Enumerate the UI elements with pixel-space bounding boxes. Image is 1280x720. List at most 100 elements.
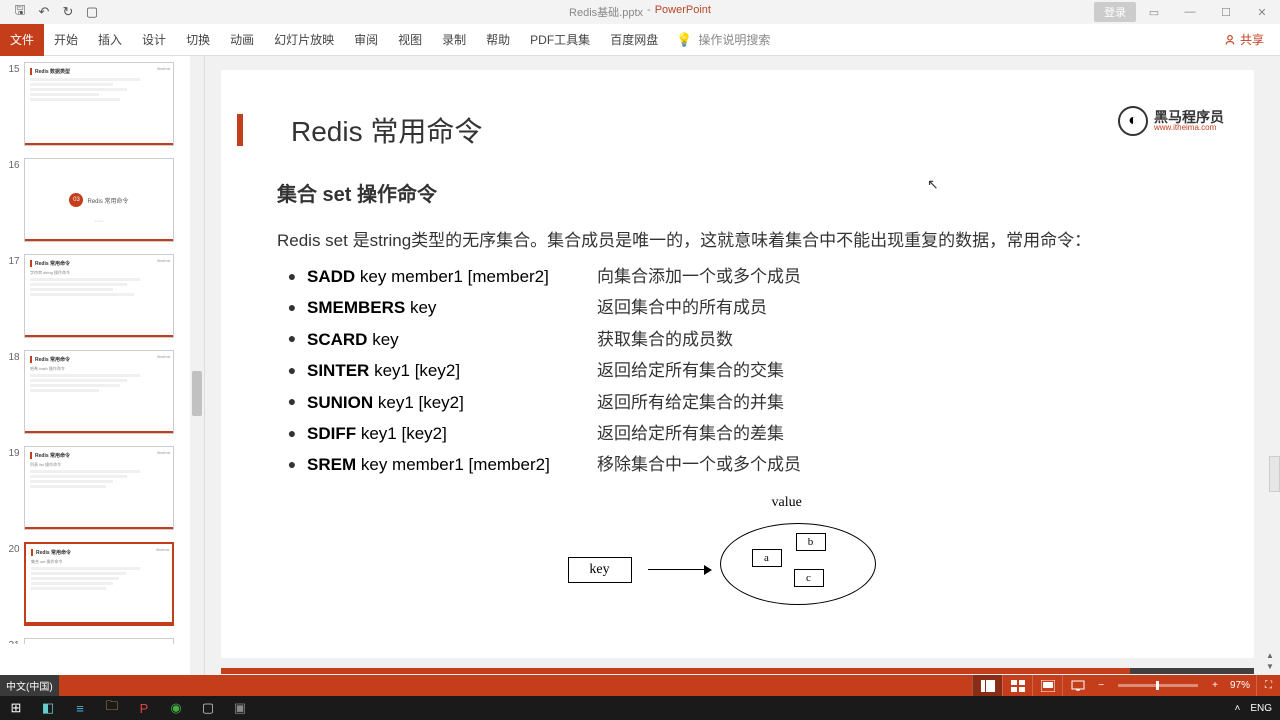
progress-fill — [221, 668, 1130, 674]
ime-indicator[interactable]: ENG — [1250, 703, 1272, 714]
thumbnail-slide: Redis 常用命令itheima 字符串 string 操作命令 — [24, 254, 174, 338]
sorter-view-button[interactable] — [1002, 675, 1032, 696]
title-accent — [237, 114, 243, 146]
logo-text-cn: 黑马程序员 — [1154, 110, 1224, 124]
tab-animations[interactable]: 动画 — [220, 24, 264, 56]
thumbnail-15[interactable]: 15 Redis 数据类型itheima — [0, 56, 204, 152]
tab-record[interactable]: 录制 — [432, 24, 476, 56]
powerpoint-icon[interactable]: P — [128, 696, 160, 720]
quick-access-toolbar: 🖫 ↶ ↻ ▢ — [0, 4, 100, 20]
slide-scrollbar[interactable] — [1266, 56, 1280, 675]
tab-pdf-tools[interactable]: PDF工具集 — [520, 24, 600, 56]
arrow-head-icon — [704, 565, 712, 575]
windows-taskbar: ⊞ ◧ ≡ 🗀 P ◉ ▢ ▣ ˄ ENG — [0, 696, 1280, 720]
document-name: Redis基础.pptx — [569, 4, 643, 20]
status-right: − + 97% ⛶ — [972, 675, 1280, 696]
tab-file[interactable]: 文件 — [0, 24, 44, 56]
typora-icon[interactable]: ▢ — [192, 696, 224, 720]
brand-logo: ◐ 黑马程序员 www.itheima.com — [1118, 106, 1224, 136]
thumbnail-slide-current: Redis 常用命令itheima 集合 set 操作命令 — [24, 542, 174, 626]
task-view-icon[interactable]: ◧ — [32, 696, 64, 720]
scrollbar-handle[interactable] — [192, 371, 202, 416]
side-collapse-handle[interactable] — [1269, 456, 1280, 492]
tab-review[interactable]: 审阅 — [344, 24, 388, 56]
slide-nav-arrows[interactable]: ▲▼ — [1266, 651, 1278, 671]
tab-baidu-netdisk[interactable]: 百度网盘 — [600, 24, 668, 56]
tray-chevron-icon[interactable]: ˄ — [1234, 703, 1240, 714]
workspace: 15 Redis 数据类型itheima 16 03Redis 常用命令 • •… — [0, 56, 1280, 675]
key-box: key — [568, 557, 632, 583]
tab-help[interactable]: 帮助 — [476, 24, 520, 56]
app-name: PowerPoint — [655, 4, 711, 20]
thumbnail-20[interactable]: 20 Redis 常用命令itheima 集合 set 操作命令 — [0, 536, 204, 632]
logo-url: www.itheima.com — [1154, 124, 1224, 132]
explorer-icon[interactable]: 🗀 — [96, 696, 128, 720]
thumbnail-18[interactable]: 18 Redis 常用命令itheima 哈希 hash 操作命令 — [0, 344, 204, 440]
zoom-slider[interactable] — [1118, 684, 1198, 687]
command-row: ●SCARD key获取集合的成员数 — [277, 324, 1198, 355]
share-button[interactable]: 共享 — [1224, 31, 1264, 48]
start-button[interactable]: ⊞ — [0, 696, 32, 720]
system-tray: ˄ ENG — [1234, 703, 1280, 714]
command-list: ●SADD key member1 [member2]向集合添加一个或多个成员 … — [277, 261, 1198, 481]
ribbon-options-icon[interactable]: ▭ — [1136, 1, 1172, 23]
zoom-handle[interactable] — [1156, 681, 1159, 690]
video-progress-bar[interactable] — [221, 668, 1254, 674]
thumbnail-slide — [24, 638, 174, 644]
normal-view-button[interactable] — [972, 675, 1002, 696]
chrome-icon[interactable]: ◉ — [160, 696, 192, 720]
command-row: ●SMEMBERS key返回集合中的所有成员 — [277, 292, 1198, 323]
zoom-percent[interactable]: 97% — [1224, 680, 1256, 691]
thumbnail-21[interactable]: 21 — [0, 632, 204, 644]
command-row: ●SINTER key1 [key2]返回给定所有集合的交集 — [277, 355, 1198, 386]
redo-icon[interactable]: ↻ — [60, 4, 76, 20]
tab-home[interactable]: 开始 — [44, 24, 88, 56]
slide-canvas[interactable]: Redis 常用命令 ◐ 黑马程序员 www.itheima.com 集合 se… — [221, 70, 1254, 658]
slideshow-view-button[interactable] — [1062, 675, 1092, 696]
slide-title: Redis 常用命令 — [291, 110, 1198, 150]
tell-me-label: 操作说明搜索 — [698, 31, 770, 48]
share-label: 共享 — [1240, 31, 1264, 48]
tab-view[interactable]: 视图 — [388, 24, 432, 56]
tab-insert[interactable]: 插入 — [88, 24, 132, 56]
vscode-icon[interactable]: ≡ — [64, 696, 96, 720]
slide-intro-text: Redis set 是string类型的无序集合。集合成员是唯一的，这就意味着集… — [277, 229, 1198, 253]
thumbnail-scrollbar[interactable] — [190, 56, 204, 675]
language-indicator[interactable]: 中文(中国) — [0, 675, 59, 696]
save-icon[interactable]: 🖫 — [12, 4, 28, 20]
slide-editor-area: Redis 常用命令 ◐ 黑马程序员 www.itheima.com 集合 se… — [205, 56, 1280, 675]
window-controls: 登录 ▭ — ☐ ✕ — [1094, 1, 1280, 23]
slideshow-start-icon[interactable]: ▢ — [84, 4, 100, 20]
command-row: ●SDIFF key1 [key2]返回给定所有集合的差集 — [277, 418, 1198, 449]
terminal-icon[interactable]: ▣ — [224, 696, 256, 720]
thumbnail-slide: Redis 常用命令itheima 哈希 hash 操作命令 — [24, 350, 174, 434]
thumbnail-16[interactable]: 16 03Redis 常用命令 • • • • • — [0, 152, 204, 248]
command-row: ●SREM key member1 [member2]移除集合中一个或多个成员 — [277, 449, 1198, 480]
command-row: ●SUNION key1 [key2]返回所有给定集合的并集 — [277, 387, 1198, 418]
login-button[interactable]: 登录 — [1094, 2, 1136, 22]
tell-me-search[interactable]: 💡 操作说明搜索 — [668, 31, 778, 48]
undo-icon[interactable]: ↶ — [36, 4, 52, 20]
lightbulb-icon: 💡 — [676, 32, 692, 48]
reading-view-button[interactable] — [1032, 675, 1062, 696]
tab-design[interactable]: 设计 — [132, 24, 176, 56]
title-bar: 🖫 ↶ ↻ ▢ Redis基础.pptx - PowerPoint 登录 ▭ —… — [0, 0, 1280, 24]
logo-icon: ◐ — [1118, 106, 1148, 136]
maximize-button[interactable]: ☐ — [1208, 1, 1244, 23]
slide-thumbnail-pane[interactable]: 15 Redis 数据类型itheima 16 03Redis 常用命令 • •… — [0, 56, 205, 675]
thumbnail-19[interactable]: 19 Redis 常用命令itheima 列表 list 操作命令 — [0, 440, 204, 536]
command-row: ●SADD key member1 [member2]向集合添加一个或多个成员 — [277, 261, 1198, 292]
set-item-a: a — [752, 549, 782, 567]
close-button[interactable]: ✕ — [1244, 1, 1280, 23]
thumbnail-17[interactable]: 17 Redis 常用命令itheima 字符串 string 操作命令 — [0, 248, 204, 344]
tab-transitions[interactable]: 切换 — [176, 24, 220, 56]
window-title: Redis基础.pptx - PowerPoint — [569, 4, 711, 20]
arrow-icon — [648, 569, 710, 571]
ribbon: 文件 开始 插入 设计 切换 动画 幻灯片放映 审阅 视图 录制 帮助 PDF工… — [0, 24, 1280, 56]
thumbnail-slide: Redis 数据类型itheima — [24, 62, 174, 146]
set-diagram: value key a b c — [568, 495, 908, 615]
prev-slide-icon: ▲ — [1266, 651, 1278, 660]
tab-slideshow[interactable]: 幻灯片放映 — [264, 24, 344, 56]
fit-to-window-button[interactable]: ⛶ — [1256, 675, 1280, 696]
minimize-button[interactable]: — — [1172, 1, 1208, 23]
